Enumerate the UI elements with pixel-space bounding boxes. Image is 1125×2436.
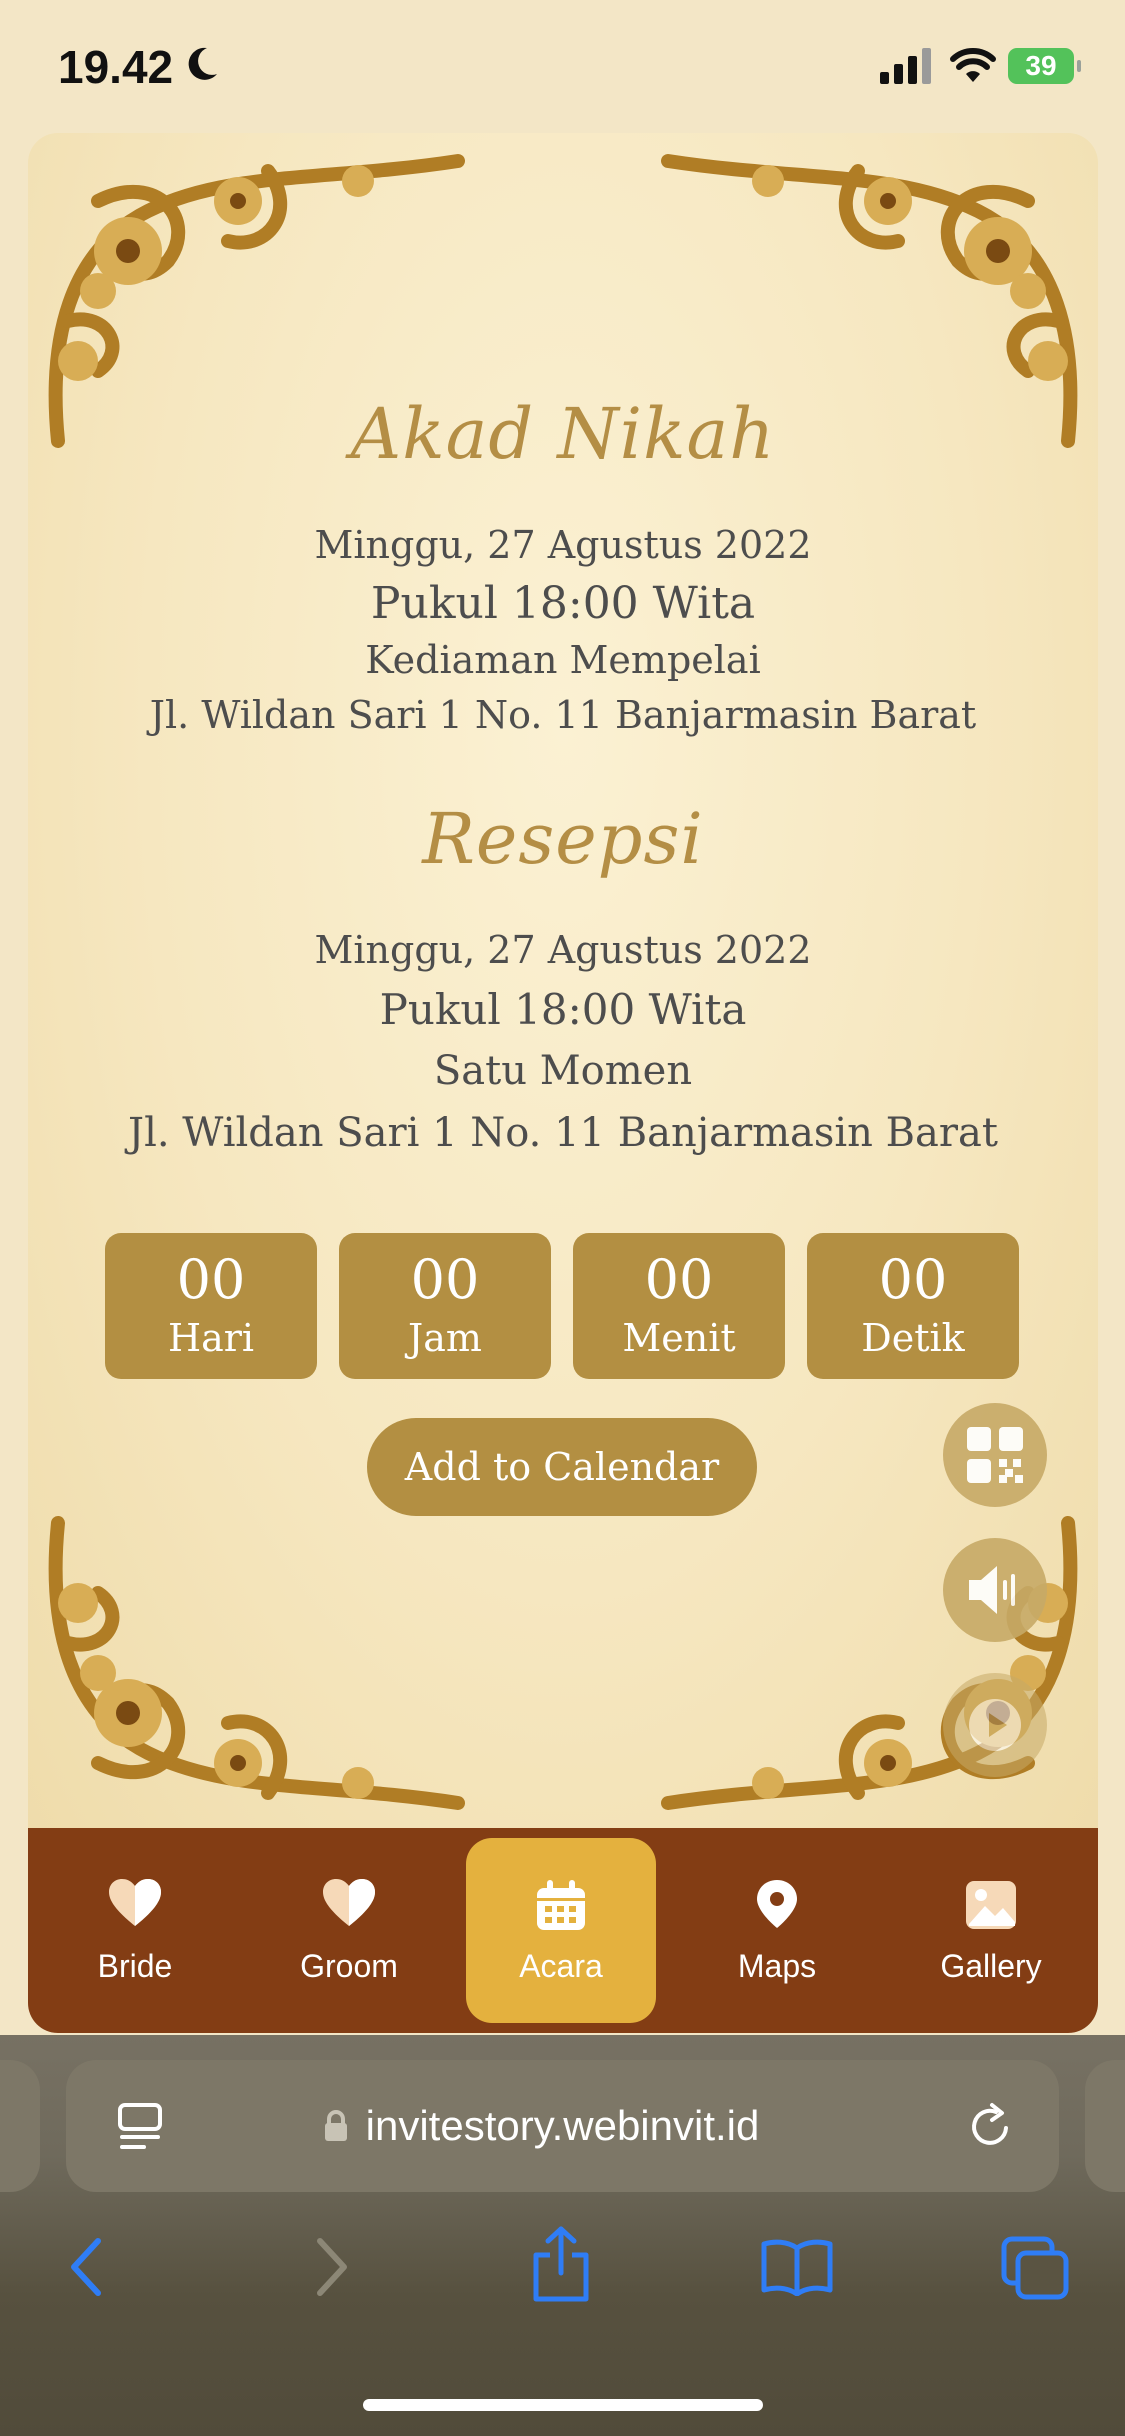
- battery-level: 39: [1025, 50, 1057, 81]
- nav-item-bride[interactable]: Bride: [40, 1828, 230, 2033]
- akad-place: Kediaman Mempelai: [365, 638, 761, 682]
- heart-icon: [323, 1879, 375, 1926]
- status-bar: 19.42 39: [0, 0, 1125, 130]
- countdown-label: Hari: [167, 1316, 255, 1360]
- url-text: invitestory.webinvit.id: [365, 2102, 760, 2149]
- forward-icon[interactable]: [312, 2235, 352, 2299]
- countdown-hours: 00 Jam: [339, 1233, 551, 1379]
- akad-date: Minggu, 27 Agustus 2022: [314, 523, 812, 567]
- previous-tab-edge[interactable]: [0, 2060, 40, 2192]
- resepsi-time: Pukul 18:00 Wita: [379, 985, 747, 1034]
- countdown-value: 00: [878, 1248, 948, 1311]
- speaker-icon: [969, 1566, 1015, 1614]
- nav-label: Acara: [519, 1948, 603, 1984]
- nav-item-maps[interactable]: Maps: [682, 1828, 872, 2033]
- countdown-label: Menit: [622, 1316, 736, 1360]
- countdown-minutes: 00 Menit: [573, 1233, 785, 1379]
- resepsi-place: Satu Momen: [433, 1048, 693, 1094]
- address-bar[interactable]: invitestory.webinvit.id: [66, 2060, 1059, 2192]
- signal-icon: [880, 48, 931, 84]
- home-indicator: [363, 2399, 763, 2411]
- moon-icon: [188, 47, 217, 80]
- qr-code-button[interactable]: [943, 1403, 1047, 1507]
- resepsi-date: Minggu, 27 Agustus 2022: [314, 928, 812, 972]
- tabs-icon[interactable]: [1000, 2235, 1070, 2301]
- resepsi-address: Jl. Wildan Sari 1 No. 11 Banjarmasin Bar…: [128, 1110, 998, 1156]
- battery-indicator: 39: [1008, 48, 1081, 84]
- nav-label: Gallery: [940, 1948, 1042, 1984]
- bookmarks-icon[interactable]: [760, 2238, 834, 2296]
- countdown-value: 00: [176, 1248, 246, 1311]
- qr-code-icon: [967, 1427, 1023, 1483]
- countdown-seconds: 00 Detik: [807, 1233, 1019, 1379]
- autoscroll-button[interactable]: [943, 1673, 1047, 1777]
- back-icon[interactable]: [66, 2235, 106, 2299]
- add-to-calendar-button[interactable]: Add to Calendar: [367, 1418, 757, 1516]
- play-icon: [969, 1699, 1021, 1751]
- reload-icon[interactable]: [966, 2102, 1016, 2152]
- countdown-days: 00 Hari: [105, 1233, 317, 1379]
- akad-title: Akad Nikah: [350, 393, 776, 475]
- countdown-value: 00: [410, 1248, 480, 1311]
- audio-toggle-button[interactable]: [943, 1538, 1047, 1642]
- ornament-bottom-left: [48, 1516, 465, 1810]
- akad-address: Jl. Wildan Sari 1 No. 11 Banjarmasin Bar…: [149, 693, 977, 737]
- nav-item-acara[interactable]: Acara: [466, 1838, 656, 2023]
- nav-label: Maps: [737, 1948, 817, 1984]
- nav-label: Bride: [97, 1948, 173, 1984]
- status-time: 19.42: [58, 41, 174, 93]
- bottom-navigation: Bride Groom Acara Maps Gallery: [28, 1828, 1098, 2033]
- countdown-label: Detik: [861, 1316, 965, 1360]
- event-card: Akad Nikah Minggu, 27 Agustus 2022 Pukul…: [28, 133, 1098, 1833]
- next-tab-edge[interactable]: [1085, 2060, 1125, 2192]
- nav-item-gallery[interactable]: Gallery: [896, 1828, 1086, 2033]
- image-icon: [966, 1881, 1016, 1929]
- heart-icon: [109, 1879, 161, 1926]
- calendar-icon: [537, 1880, 585, 1930]
- map-pin-icon: [757, 1880, 797, 1928]
- akad-time: Pukul 18:00 Wita: [370, 578, 756, 629]
- wifi-icon: [950, 48, 996, 82]
- countdown-label: Jam: [408, 1316, 482, 1360]
- resepsi-title: Resepsi: [422, 798, 704, 880]
- nav-item-groom[interactable]: Groom: [254, 1828, 444, 2033]
- nav-label: Groom: [300, 1948, 398, 1984]
- countdown-value: 00: [644, 1248, 714, 1311]
- share-icon[interactable]: [530, 2225, 592, 2305]
- browser-toolbar: invitestory.webinvit.id: [0, 2035, 1125, 2436]
